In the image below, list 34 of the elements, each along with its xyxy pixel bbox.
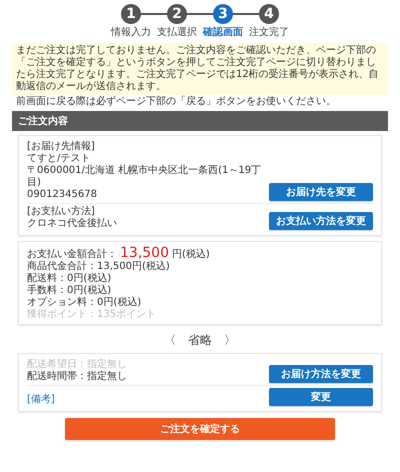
total-suffix: 円(税込) — [172, 249, 210, 261]
notice-text: まだご注文は完了しておりません。ご注文内容をご確認いただき、ページ下部の「ご注文を確定する」というボタンを押してご注文完了ページに切り替わりましたら注文完了となります。ご注文完了ページでは12桁の受注番号が表示され、自動返信のメールが送信されます。 — [16, 45, 380, 93]
row-text: 09012345678 — [27, 189, 98, 201]
total-line: オプション料：0円(税込) — [27, 297, 142, 309]
step-number: 2 — [167, 4, 187, 24]
confirm-order-button[interactable]: ご注文を確定する — [65, 418, 335, 440]
total-line: 手数料：0円(税込) — [27, 285, 112, 296]
step-number: 1 — [121, 4, 141, 24]
step-label: 支払選択 — [157, 26, 197, 39]
step-label: 確認画面 — [203, 26, 243, 39]
change-button[interactable]: 変更 — [269, 388, 373, 406]
row-heading: [お届け先情報] — [27, 141, 96, 153]
omitted-label: 〈 省略 〉 — [163, 332, 237, 349]
row-text: クロネコ代金後払い — [27, 218, 117, 230]
row-text: てすと/テスト — [27, 153, 92, 164]
step-label: 情報入力 — [111, 26, 151, 39]
delivery-line: 配送時間帯：指定無し — [27, 371, 127, 383]
step-number: 3 — [213, 4, 233, 24]
change-delivery-button[interactable]: お届け方法を変更 — [269, 365, 373, 383]
total-amount: 13,500 — [120, 245, 169, 261]
notice-note: 前画面に戻る際は必ずページ下部の「戻る」ボタンをお使いください。 — [15, 95, 337, 109]
total-label: お支払い金額合計： — [27, 249, 117, 260]
total-line: 獲得ポイント：135ポイント — [27, 309, 158, 321]
change-button[interactable]: お支払い方法を変更 — [269, 212, 373, 230]
total-line: 商品代金合計：13,500円(税込) — [27, 261, 171, 272]
section-title: ご注文内容 — [18, 116, 68, 127]
delivery-line: 配送希望日：指定無し — [27, 359, 127, 370]
total-line: 配送料：0円(税込) — [27, 273, 112, 284]
row-text: 〒0600001/北海道 札幌市中央区北一条西(1～19丁目) — [27, 165, 262, 189]
remarks-heading: [備考] — [27, 394, 55, 406]
row-heading: [お支払い方法] — [27, 206, 96, 218]
change-button[interactable]: お届け先を変更 — [269, 183, 373, 201]
step-number: 4 — [259, 4, 279, 24]
step-label: 注文完了 — [249, 26, 289, 39]
